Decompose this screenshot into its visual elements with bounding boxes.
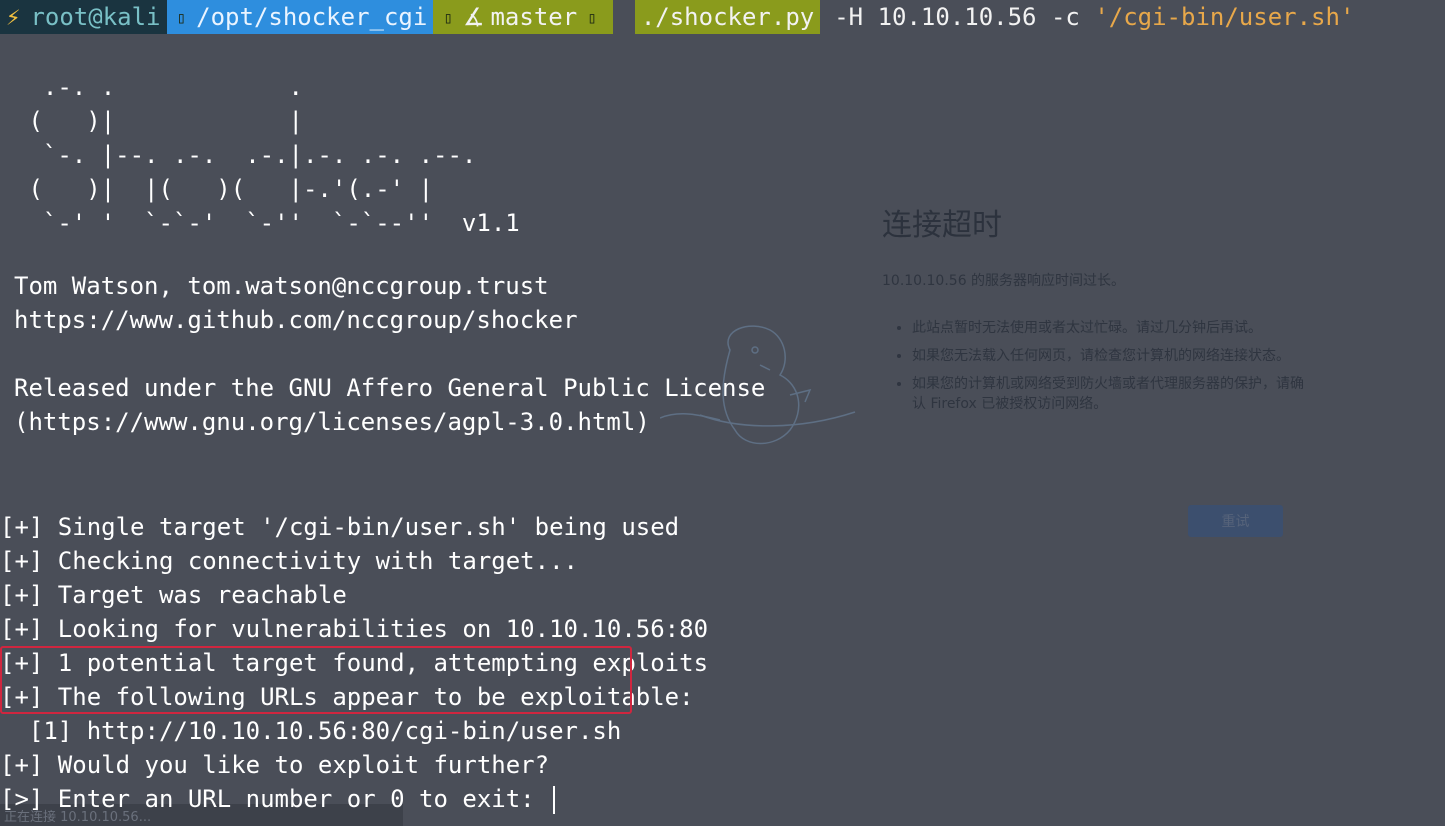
command-args: -H 10.10.10.56 -c '/cgi-bin/user.sh' xyxy=(820,3,1354,31)
lightning-bolt-icon: ⚡ xyxy=(6,3,21,31)
command-args-quoted: '/cgi-bin/user.sh' xyxy=(1094,3,1355,31)
segment-separator-icon: ▯ xyxy=(443,7,453,27)
command-args-plain: -H 10.10.10.56 -c xyxy=(834,3,1095,31)
log-line: [+] Looking for vulnerabilities on 10.10… xyxy=(0,615,709,643)
log-line: [+] Checking connectivity with target... xyxy=(0,547,578,575)
banner-author: Tom Watson, tom.watson@nccgroup.trust xyxy=(14,272,549,300)
log-line: [+] Target was reachable xyxy=(0,581,347,609)
highlight-annotation-box xyxy=(0,646,632,714)
prompt-command: ./shocker.py xyxy=(634,0,821,34)
input-prompt-line[interactable]: [>] Enter an URL number or 0 to exit: xyxy=(0,782,708,816)
prompt-branch: master xyxy=(490,3,578,31)
shocker-ascii-banner: .-. . . ( )| | `-. |--. .-. .-.|.-. .-. … xyxy=(28,73,520,237)
prompt-git-segment: ▯ ∡ master ▯ xyxy=(433,0,613,34)
prompt-path: /opt/shocker_cgi xyxy=(196,3,428,31)
banner-license-url: (https://www.gnu.org/licenses/agpl-3.0.h… xyxy=(14,408,650,436)
log-line: [1] http://10.10.10.56:80/cgi-bin/user.s… xyxy=(0,717,622,745)
banner-license: Released under the GNU Affero General Pu… xyxy=(14,374,766,402)
prompt-user: root@kali xyxy=(30,3,161,31)
log-line: [+] Would you like to exploit further? xyxy=(0,751,550,779)
segment-separator-icon: ▯ xyxy=(587,7,597,27)
log-line: [+] Single target '/cgi-bin/user.sh' bei… xyxy=(0,513,680,541)
git-branch-icon: ∡ xyxy=(462,3,485,31)
prompt-user-segment: ⚡ root@kali xyxy=(0,0,167,34)
folder-icon: ▯ xyxy=(176,7,187,27)
input-prompt-text: [>] Enter an URL number or 0 to exit: xyxy=(0,785,550,813)
shell-prompt: ⚡ root@kali ▯ /opt/shocker_cgi ▯ ∡ maste… xyxy=(0,0,1354,34)
banner-repo: https://www.github.com/nccgroup/shocker xyxy=(14,306,578,334)
text-cursor[interactable] xyxy=(553,786,556,814)
terminal-window[interactable]: ⚡ root@kali ▯ /opt/shocker_cgi ▯ ∡ maste… xyxy=(0,0,1445,826)
prompt-path-segment: ▯ /opt/shocker_cgi xyxy=(166,0,434,34)
